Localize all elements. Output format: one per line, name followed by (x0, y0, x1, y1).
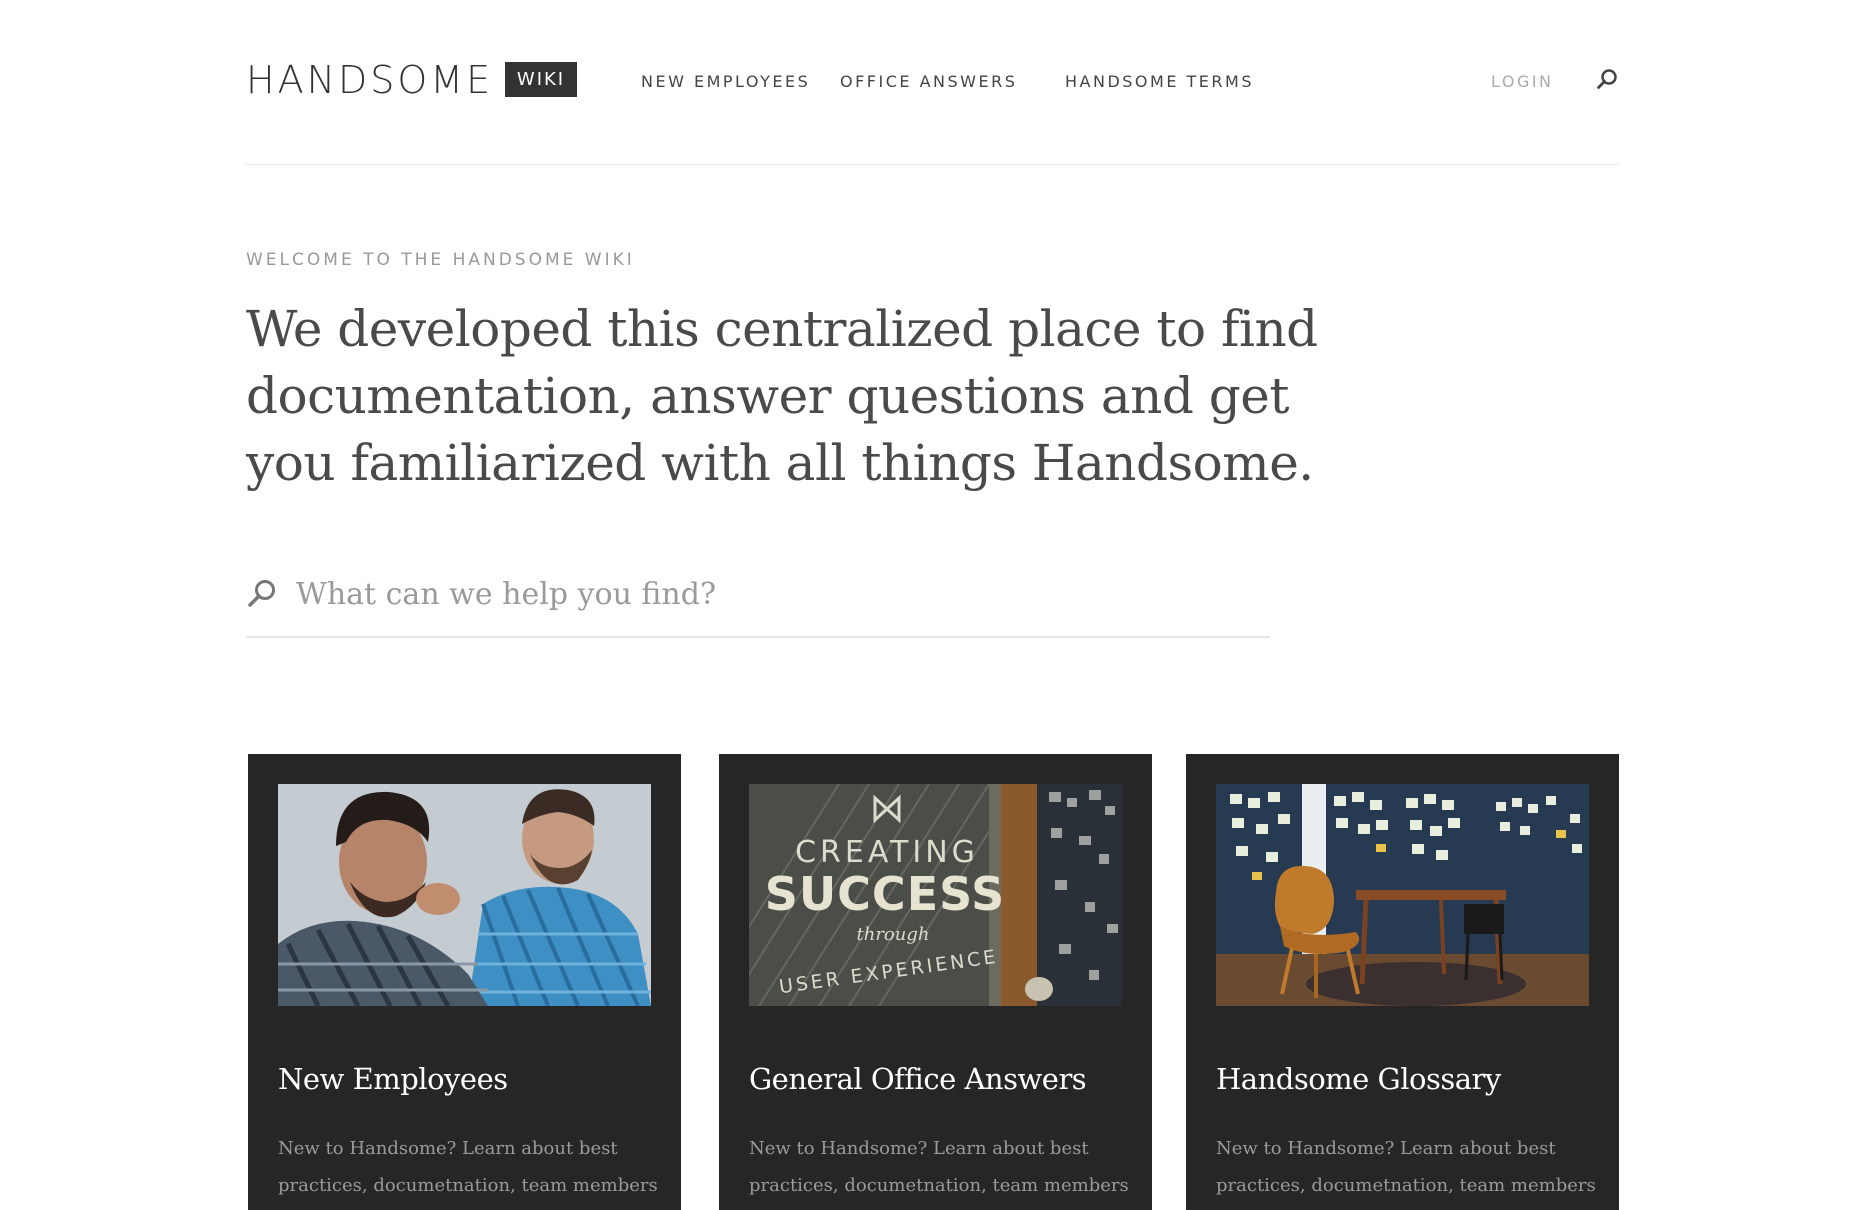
card-title: New Employees (278, 1062, 508, 1096)
card-new-employees[interactable]: New Employees New to Handsome? Learn abo… (248, 754, 681, 1210)
card-title: General Office Answers (749, 1062, 1087, 1096)
welcome-eyebrow: WELCOME TO THE HANDSOME WIKI (246, 250, 635, 270)
login-link[interactable]: LOGIN (1491, 72, 1554, 91)
sign-text-creating: CREATING (795, 835, 979, 870)
nav-office-answers[interactable]: OFFICE ANSWERS (840, 72, 1017, 91)
search-input[interactable] (296, 566, 1256, 622)
search-icon (246, 578, 278, 610)
nav-handsome-terms[interactable]: HANDSOME TERMS (1065, 72, 1254, 91)
logo[interactable]: HANDSOME (246, 61, 493, 99)
sign-text-success: SUCCESS (765, 867, 1006, 921)
page-headline: We developed this centralized place to f… (246, 300, 1318, 492)
header-divider (246, 164, 1618, 165)
search-bar (246, 566, 1270, 638)
nav-new-employees[interactable]: NEW EMPLOYEES (641, 72, 810, 91)
card-description: New to Handsome? Learn about best practi… (278, 1138, 658, 1196)
card-description: New to Handsome? Learn about best practi… (1216, 1138, 1596, 1196)
card-glossary[interactable]: Handsome Glossary New to Handsome? Learn… (1186, 754, 1619, 1210)
search-icon[interactable] (1596, 68, 1618, 90)
sign-text-through: through (857, 924, 930, 945)
wiki-badge: WIKI (505, 62, 577, 97)
card-image-people (278, 784, 651, 1006)
card-image-glass-sign: CREATING SUCCESS through USER EXPERIENCE (749, 784, 1122, 1006)
card-image-office-room (1216, 784, 1589, 1006)
card-description: New to Handsome? Learn about best practi… (749, 1138, 1129, 1196)
site-header: HANDSOME WIKI NEW EMPLOYEES OFFICE ANSWE… (246, 58, 1618, 102)
card-office-answers[interactable]: CREATING SUCCESS through USER EXPERIENCE… (719, 754, 1152, 1210)
card-title: Handsome Glossary (1216, 1062, 1501, 1096)
